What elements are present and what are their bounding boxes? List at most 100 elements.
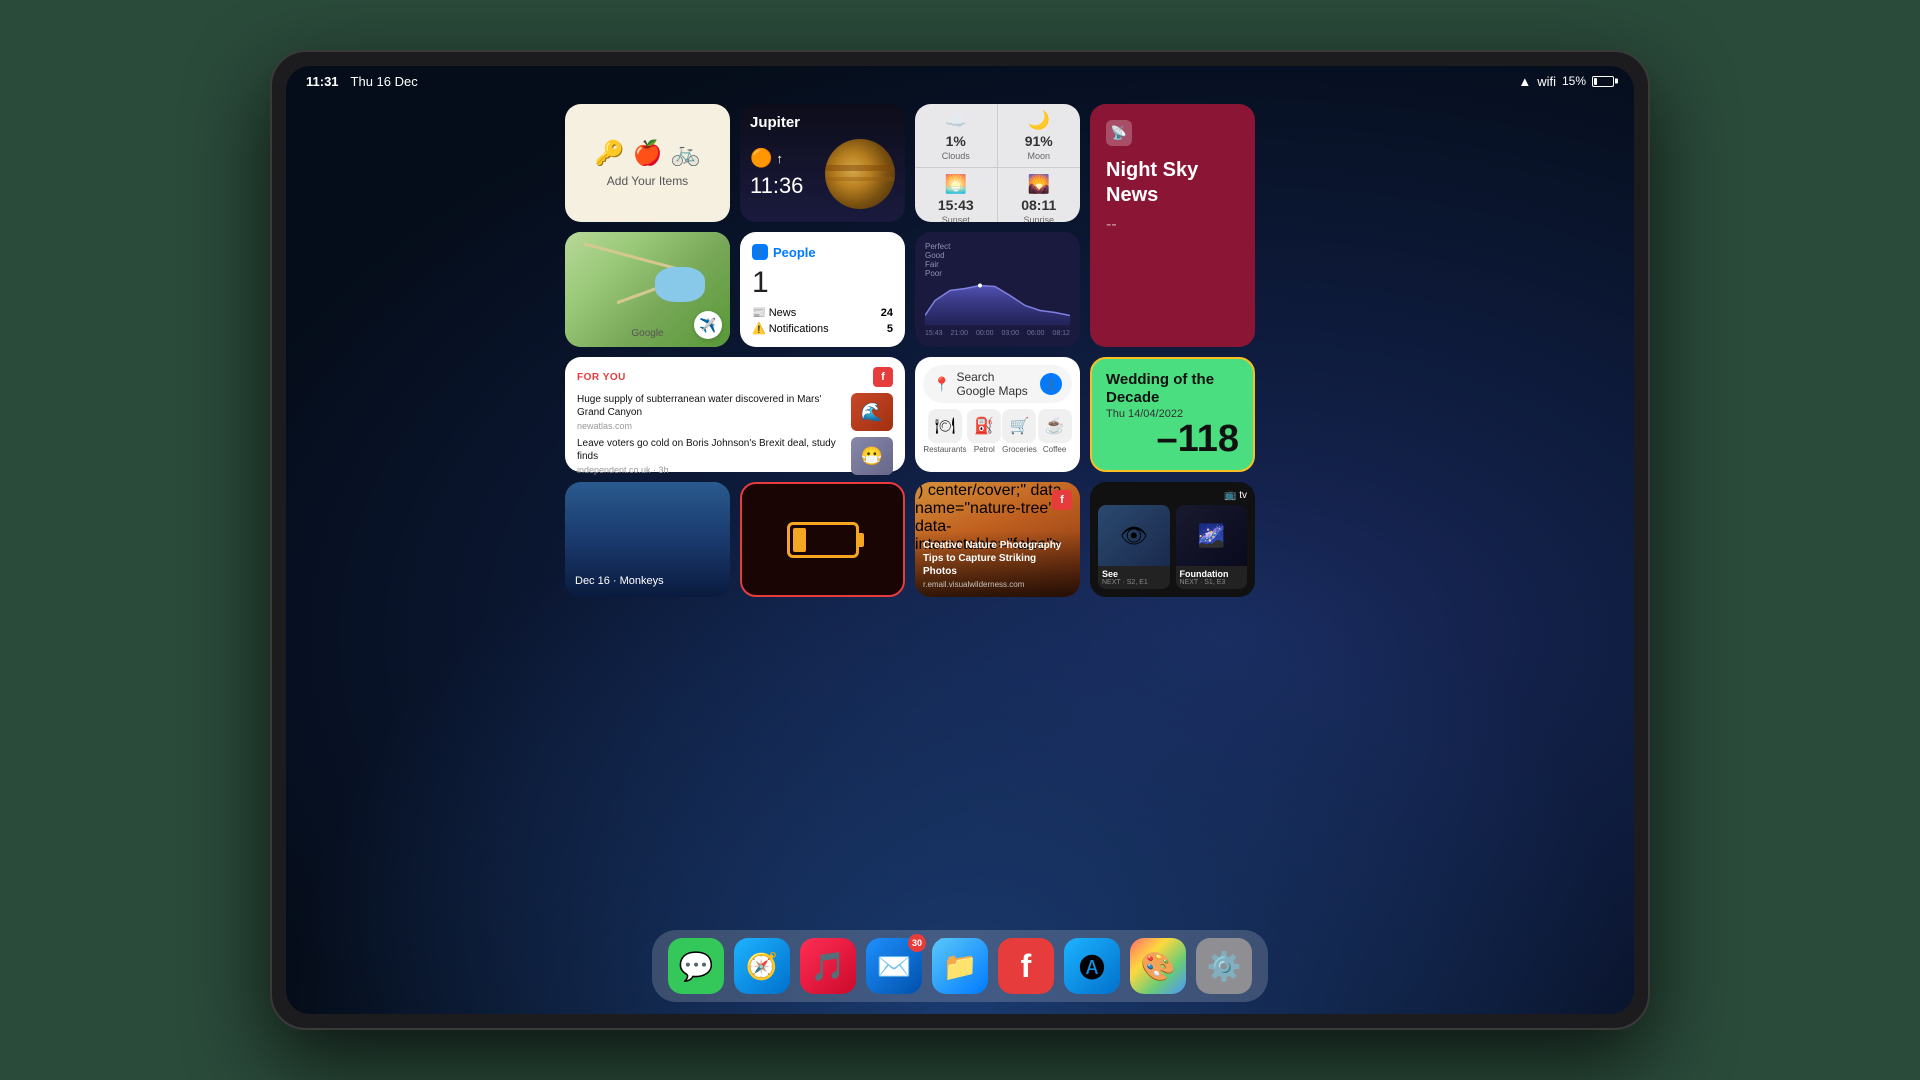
flipboard-icon: f (873, 367, 893, 387)
maps-search-bar[interactable]: 📍 Search Google Maps 👤 (923, 365, 1072, 403)
maps-search-text: Search Google Maps (956, 370, 1034, 398)
files-icon: 📁 (943, 950, 978, 983)
widget-add-items[interactable]: 🔑 🍎 🚲 Add Your Items (565, 104, 730, 222)
news-for-you-label: FOR YOU (577, 372, 626, 383)
restaurants-icon: 🍽 (928, 409, 962, 443)
nature-source: r.email.visualwilderness.com (923, 580, 1072, 589)
dock: 💬 🧭 🎵 ✉️ 30 📁 f 🅐 🎨 (652, 930, 1268, 1002)
moon-icon: 🌙 (1028, 110, 1050, 131)
sunrise-icon: 🌄 (1028, 174, 1050, 195)
weather-moon: 🌙 91% Moon (998, 104, 1081, 168)
people-news-row: 📰 News 24 (752, 306, 893, 319)
dock-app-safari[interactable]: 🧭 (734, 938, 790, 994)
people-notif-row: ⚠️ Notifications 5 (752, 322, 893, 335)
maps-user-icon: 👤 (1044, 378, 1058, 391)
widget-apple-tv[interactable]: 📺 tv 👁 See NEXT · S2, E1 � (1090, 482, 1255, 597)
people-icon-glyph: 👤 (754, 247, 765, 258)
nature-overlay: Creative Nature Photography Tips to Capt… (915, 531, 1080, 597)
widgets-grid: 🔑 🍎 🚲 Add Your Items Jupiter 🟠 ↑ (565, 104, 1355, 597)
people-header: 👤 People (752, 244, 893, 260)
petrol-label: Petrol (974, 445, 995, 454)
news-headline-1: Huge supply of subterranean water discov… (577, 393, 843, 419)
foundation-info: Foundation NEXT · S1, E3 (1176, 566, 1248, 589)
colors-icon: 🎨 (1141, 950, 1176, 983)
maps-shortcut-groceries[interactable]: 🛒 Groceries (1002, 409, 1037, 454)
dock-app-appstore[interactable]: 🅐 (1064, 938, 1120, 994)
settings-icon: ⚙️ (1207, 950, 1242, 983)
see-info: See NEXT · S2, E1 (1098, 566, 1170, 589)
maps-water (655, 267, 705, 302)
people-stats: 📰 News 24 ⚠️ Notifications 5 (752, 306, 893, 335)
widget-music-photo[interactable]: Dec 16 · Monkeys (565, 482, 730, 597)
groceries-icon: 🛒 (1002, 409, 1036, 443)
add-items-label: Add Your Items (607, 174, 688, 188)
messages-icon: 💬 (679, 950, 714, 983)
people-count: 1 (752, 266, 893, 300)
apple-tv-show-see[interactable]: 👁 See NEXT · S2, E1 (1098, 505, 1170, 589)
dock-app-files[interactable]: 📁 (932, 938, 988, 994)
people-notif-count: 5 (887, 323, 893, 335)
dock-app-flipboard[interactable]: f (998, 938, 1054, 994)
maps-shortcut-restaurants[interactable]: 🍽 Restaurants (923, 409, 966, 454)
dock-app-colors[interactable]: 🎨 (1130, 938, 1186, 994)
widget-google-maps[interactable]: 📍 Search Google Maps 👤 🍽 Restaurants ⛽ P… (915, 357, 1080, 472)
see-title: See (1102, 569, 1166, 579)
clouds-value: 1% (946, 133, 966, 149)
widget-night-sky[interactable]: 📡 Night Sky News -- (1090, 104, 1255, 347)
battery-icon (1592, 76, 1614, 87)
battery-widget-body (787, 522, 859, 558)
dock-app-mail[interactable]: ✉️ 30 (866, 938, 922, 994)
maps-shortcut-coffee[interactable]: ☕ Coffee (1038, 409, 1072, 454)
sleep-time-3: 03:00 (1001, 330, 1019, 337)
widget-maps-small[interactable]: Google ✈️ (565, 232, 730, 347)
status-icons: ▲ wifi 15% (1518, 74, 1614, 89)
sunrise-value: 08:11 (1021, 197, 1056, 213)
sleep-label-fair: Fair (925, 260, 1066, 269)
safari-icon: 🧭 (746, 951, 778, 982)
jupiter-sun-icon: 🟠 (750, 148, 772, 169)
dock-app-music[interactable]: 🎵 (800, 938, 856, 994)
sleep-times: 15:43 21:00 00:00 03:00 06:00 08:12 (925, 330, 1070, 337)
jupiter-arrow: ↑ (776, 151, 783, 166)
people-notif-label: Notifications (769, 323, 829, 335)
widget-news[interactable]: FOR YOU f Huge supply of subterranean wa… (565, 357, 905, 472)
dock-app-messages[interactable]: 💬 (668, 938, 724, 994)
news-item-1: Huge supply of subterranean water discov… (577, 393, 893, 431)
rss-icon: 📡 (1106, 120, 1132, 146)
music-icon: 🎵 (811, 950, 846, 983)
maps-user-avatar[interactable]: 👤 (1040, 373, 1062, 395)
nature-title: Creative Nature Photography Tips to Capt… (923, 539, 1072, 578)
people-news-count: 24 (881, 307, 893, 319)
maps-location-button[interactable]: ✈️ (694, 311, 722, 339)
widget-weather-stats[interactable]: ☁️ 1% Clouds 🌙 91% Moon 🌅 15:43 Sunset 🌄… (915, 104, 1080, 222)
groceries-label: Groceries (1002, 445, 1037, 454)
news-thumb-2: 😷 (851, 437, 893, 475)
widget-people[interactable]: 👤 People 1 📰 News 24 ⚠️ (740, 232, 905, 347)
news-indicator: 📰 (752, 306, 766, 319)
sleep-time-0: 15:43 (925, 330, 943, 337)
apple-tv-show-foundation[interactable]: 🌌 Foundation NEXT · S1, E3 (1176, 505, 1248, 589)
countdown-number: –118 (1106, 420, 1239, 458)
coffee-label: Coffee (1043, 445, 1066, 454)
weather-sunset: 🌅 15:43 Sunset (915, 168, 998, 222)
countdown-title: Wedding of the Decade (1106, 371, 1239, 407)
sleep-time-4: 06:00 (1027, 330, 1045, 337)
add-items-icons: 🔑 🍎 🚲 (595, 139, 701, 168)
foundation-thumb-icon: 🌌 (1198, 523, 1225, 549)
widget-battery[interactable] (740, 482, 905, 597)
news-headline-2: Leave voters go cold on Boris Johnson's … (577, 437, 843, 463)
moon-value: 91% (1025, 133, 1053, 149)
maps-shortcut-petrol[interactable]: ⛽ Petrol (967, 409, 1001, 454)
ipad-screen: 11:31 Thu 16 Dec ▲ wifi 15% 🔑 🍎 🚲 (286, 66, 1634, 1014)
flipboard-app-icon: f (1021, 948, 1032, 985)
maps-pin-icon: 📍 (933, 376, 950, 393)
battery-terminal (859, 533, 864, 547)
dock-app-screenshotsettings[interactable]: ⚙️ (1196, 938, 1252, 994)
widget-sleep: Perfect Good Fair Poor (915, 232, 1080, 347)
sunset-label: Sunset (942, 215, 970, 222)
clouds-icon: ☁️ (945, 110, 967, 131)
widget-jupiter[interactable]: Jupiter 🟠 ↑ 11:36 (740, 104, 905, 222)
widget-nature[interactable]: ') center/cover;" data-name="nature-tree… (915, 482, 1080, 597)
sleep-chart (925, 280, 1070, 326)
widget-countdown[interactable]: Wedding of the Decade Thu 14/04/2022 –11… (1090, 357, 1255, 472)
